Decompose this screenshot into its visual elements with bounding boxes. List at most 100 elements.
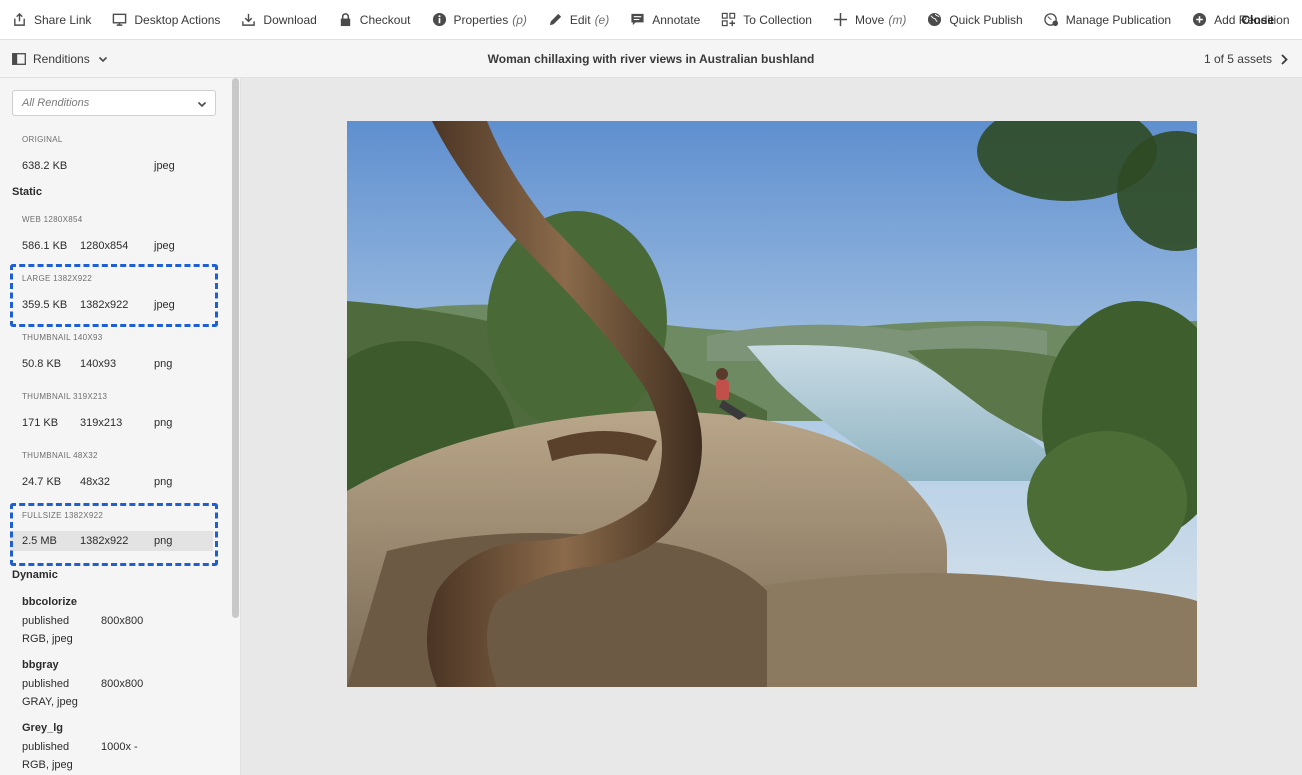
chevron-down-icon bbox=[98, 56, 107, 63]
manage-publication-label: Manage Publication bbox=[1065, 12, 1172, 27]
dynamic-rendition-mode: GRAY, jpeg bbox=[22, 696, 78, 708]
rendition-size: 638.2 KB bbox=[22, 160, 68, 172]
dynamic-rendition-dimensions: 1000x - bbox=[101, 741, 138, 753]
dynamic-rendition-dimensions: 800x800 bbox=[101, 678, 144, 690]
move-label: Move bbox=[854, 12, 885, 27]
rendition-row-thumbnail-48[interactable]: 24.7 KB 48x32 png bbox=[10, 472, 213, 492]
rendition-size: 586.1 KB bbox=[22, 240, 68, 252]
pencil-icon bbox=[549, 13, 561, 26]
rendition-label-fullsize: FULLSIZE 1382X922 bbox=[22, 511, 104, 520]
asset-pagination[interactable]: 1 of 5 assets bbox=[1204, 40, 1288, 78]
rendition-row-fullsize[interactable]: 2.5 MB 1382x922 png bbox=[10, 531, 213, 551]
rendition-size: 24.7 KB bbox=[22, 476, 62, 488]
manage-publication-icon bbox=[1043, 13, 1058, 27]
info-icon bbox=[432, 12, 446, 27]
dynamic-rendition-status: published bbox=[22, 678, 70, 690]
dynamic-rendition-mode: RGB, jpeg bbox=[22, 759, 73, 771]
rendition-row-original[interactable]: 638.2 KB jpeg bbox=[10, 156, 213, 176]
dynamic-rendition-name[interactable]: bbcolorize bbox=[22, 596, 77, 608]
properties-button[interactable]: Properties (p) bbox=[432, 0, 527, 40]
chevron-down-icon bbox=[197, 101, 207, 108]
asset-preview-canvas bbox=[241, 78, 1302, 775]
share-icon bbox=[14, 12, 25, 26]
rendition-row-web[interactable]: 586.1 KB 1280x854 jpeg bbox=[10, 236, 213, 256]
edit-shortcut: (e) bbox=[594, 12, 610, 27]
share-link-button[interactable]: Share Link bbox=[12, 0, 91, 40]
rendition-label-thumbnail-319: THUMBNAIL 319X213 bbox=[22, 392, 108, 401]
rendition-format: png bbox=[154, 535, 173, 547]
sidebar-scrollbar[interactable] bbox=[232, 78, 239, 618]
quick-publish-button[interactable]: Quick Publish bbox=[927, 0, 1023, 40]
rendition-dimensions: 1382x922 bbox=[80, 299, 129, 311]
rendition-size: 171 KB bbox=[22, 417, 59, 429]
checkout-label: Checkout bbox=[359, 12, 411, 27]
annotate-label: Annotate bbox=[652, 12, 701, 27]
action-toolbar: Share Link Desktop Actions Download Chec… bbox=[0, 0, 1302, 40]
rendition-size: 2.5 MB bbox=[22, 535, 57, 547]
chevron-right-icon[interactable] bbox=[1280, 53, 1288, 65]
rendition-label-original: ORIGINAL bbox=[22, 135, 63, 144]
rendition-label-web: WEB 1280X854 bbox=[22, 215, 83, 224]
rendition-format: jpeg bbox=[154, 240, 175, 252]
add-circle-icon bbox=[1193, 12, 1207, 27]
dynamic-section-heading: Dynamic bbox=[12, 569, 58, 581]
rail-panel-icon bbox=[12, 53, 26, 65]
properties-shortcut: (p) bbox=[512, 12, 527, 27]
rendition-size: 50.8 KB bbox=[22, 358, 62, 370]
dynamic-rendition-status: published bbox=[22, 615, 70, 627]
rendition-label-thumbnail-48: THUMBNAIL 48X32 bbox=[22, 451, 98, 460]
move-shortcut: (m) bbox=[888, 12, 907, 27]
rendition-dimensions: 1280x854 bbox=[80, 240, 129, 252]
rendition-format: jpeg bbox=[154, 160, 175, 172]
static-section-heading: Static bbox=[12, 186, 42, 198]
dynamic-rendition-name[interactable]: bbgray bbox=[22, 659, 59, 671]
rendition-format: jpeg bbox=[154, 299, 175, 311]
asset-title: Woman chillaxing with river views in Aus… bbox=[487, 52, 815, 66]
rendition-size: 359.5 KB bbox=[22, 299, 68, 311]
close-button[interactable]: Close bbox=[1241, 0, 1274, 40]
rendition-dimensions: 140x93 bbox=[80, 358, 117, 370]
desktop-actions-button[interactable]: Desktop Actions bbox=[112, 0, 220, 40]
quick-publish-label: Quick Publish bbox=[949, 12, 1023, 27]
asset-counter-label: 1 of 5 assets bbox=[1203, 52, 1272, 66]
manage-publication-button[interactable]: Manage Publication bbox=[1043, 0, 1172, 40]
rendition-row-large[interactable]: 359.5 KB 1382x922 jpeg bbox=[10, 295, 213, 315]
annotate-icon bbox=[631, 13, 644, 26]
renditions-toggle-label: Renditions bbox=[33, 52, 90, 66]
rendition-dimensions: 1382x922 bbox=[80, 535, 129, 547]
move-button[interactable]: Move (m) bbox=[833, 0, 906, 40]
asset-header-bar: Renditions Woman chillaxing with river v… bbox=[0, 40, 1302, 78]
renditions-filter-value: All Renditions bbox=[22, 97, 90, 109]
to-collection-label: To Collection bbox=[743, 12, 812, 27]
move-icon bbox=[833, 12, 848, 27]
share-link-label: Share Link bbox=[34, 12, 92, 27]
rendition-format: png bbox=[154, 476, 173, 488]
rendition-format: png bbox=[154, 417, 173, 429]
asset-preview-image bbox=[347, 121, 1197, 687]
checkout-button[interactable]: Checkout bbox=[338, 0, 411, 40]
dynamic-rendition-mode: RGB, jpeg bbox=[22, 633, 73, 645]
edit-button[interactable]: Edit (e) bbox=[548, 0, 609, 40]
download-icon bbox=[242, 13, 256, 26]
globe-icon bbox=[928, 12, 942, 27]
annotate-button[interactable]: Annotate bbox=[630, 0, 700, 40]
dynamic-rendition-name[interactable]: Grey_lg bbox=[22, 722, 63, 734]
rendition-row-thumbnail-140[interactable]: 50.8 KB 140x93 png bbox=[10, 354, 213, 374]
renditions-rail-toggle[interactable]: Renditions bbox=[12, 40, 108, 78]
dynamic-rendition-dimensions: 800x800 bbox=[101, 615, 144, 627]
rendition-format: png bbox=[154, 358, 173, 370]
rendition-dimensions: 48x32 bbox=[80, 476, 110, 488]
dynamic-rendition-status: published bbox=[22, 741, 70, 753]
properties-label: Properties bbox=[453, 12, 509, 27]
rendition-label-thumbnail-140: THUMBNAIL 140X93 bbox=[22, 333, 103, 342]
rendition-row-thumbnail-319[interactable]: 171 KB 319x213 png bbox=[10, 413, 213, 433]
collection-icon bbox=[722, 12, 736, 27]
renditions-filter-select[interactable]: All Renditions bbox=[12, 90, 216, 116]
rendition-dimensions: 319x213 bbox=[80, 417, 123, 429]
download-label: Download bbox=[263, 12, 317, 27]
download-button[interactable]: Download bbox=[241, 0, 317, 40]
to-collection-button[interactable]: To Collection bbox=[721, 0, 812, 40]
desktop-actions-label: Desktop Actions bbox=[134, 12, 221, 27]
edit-label: Edit bbox=[569, 12, 591, 27]
lock-icon bbox=[340, 13, 350, 27]
